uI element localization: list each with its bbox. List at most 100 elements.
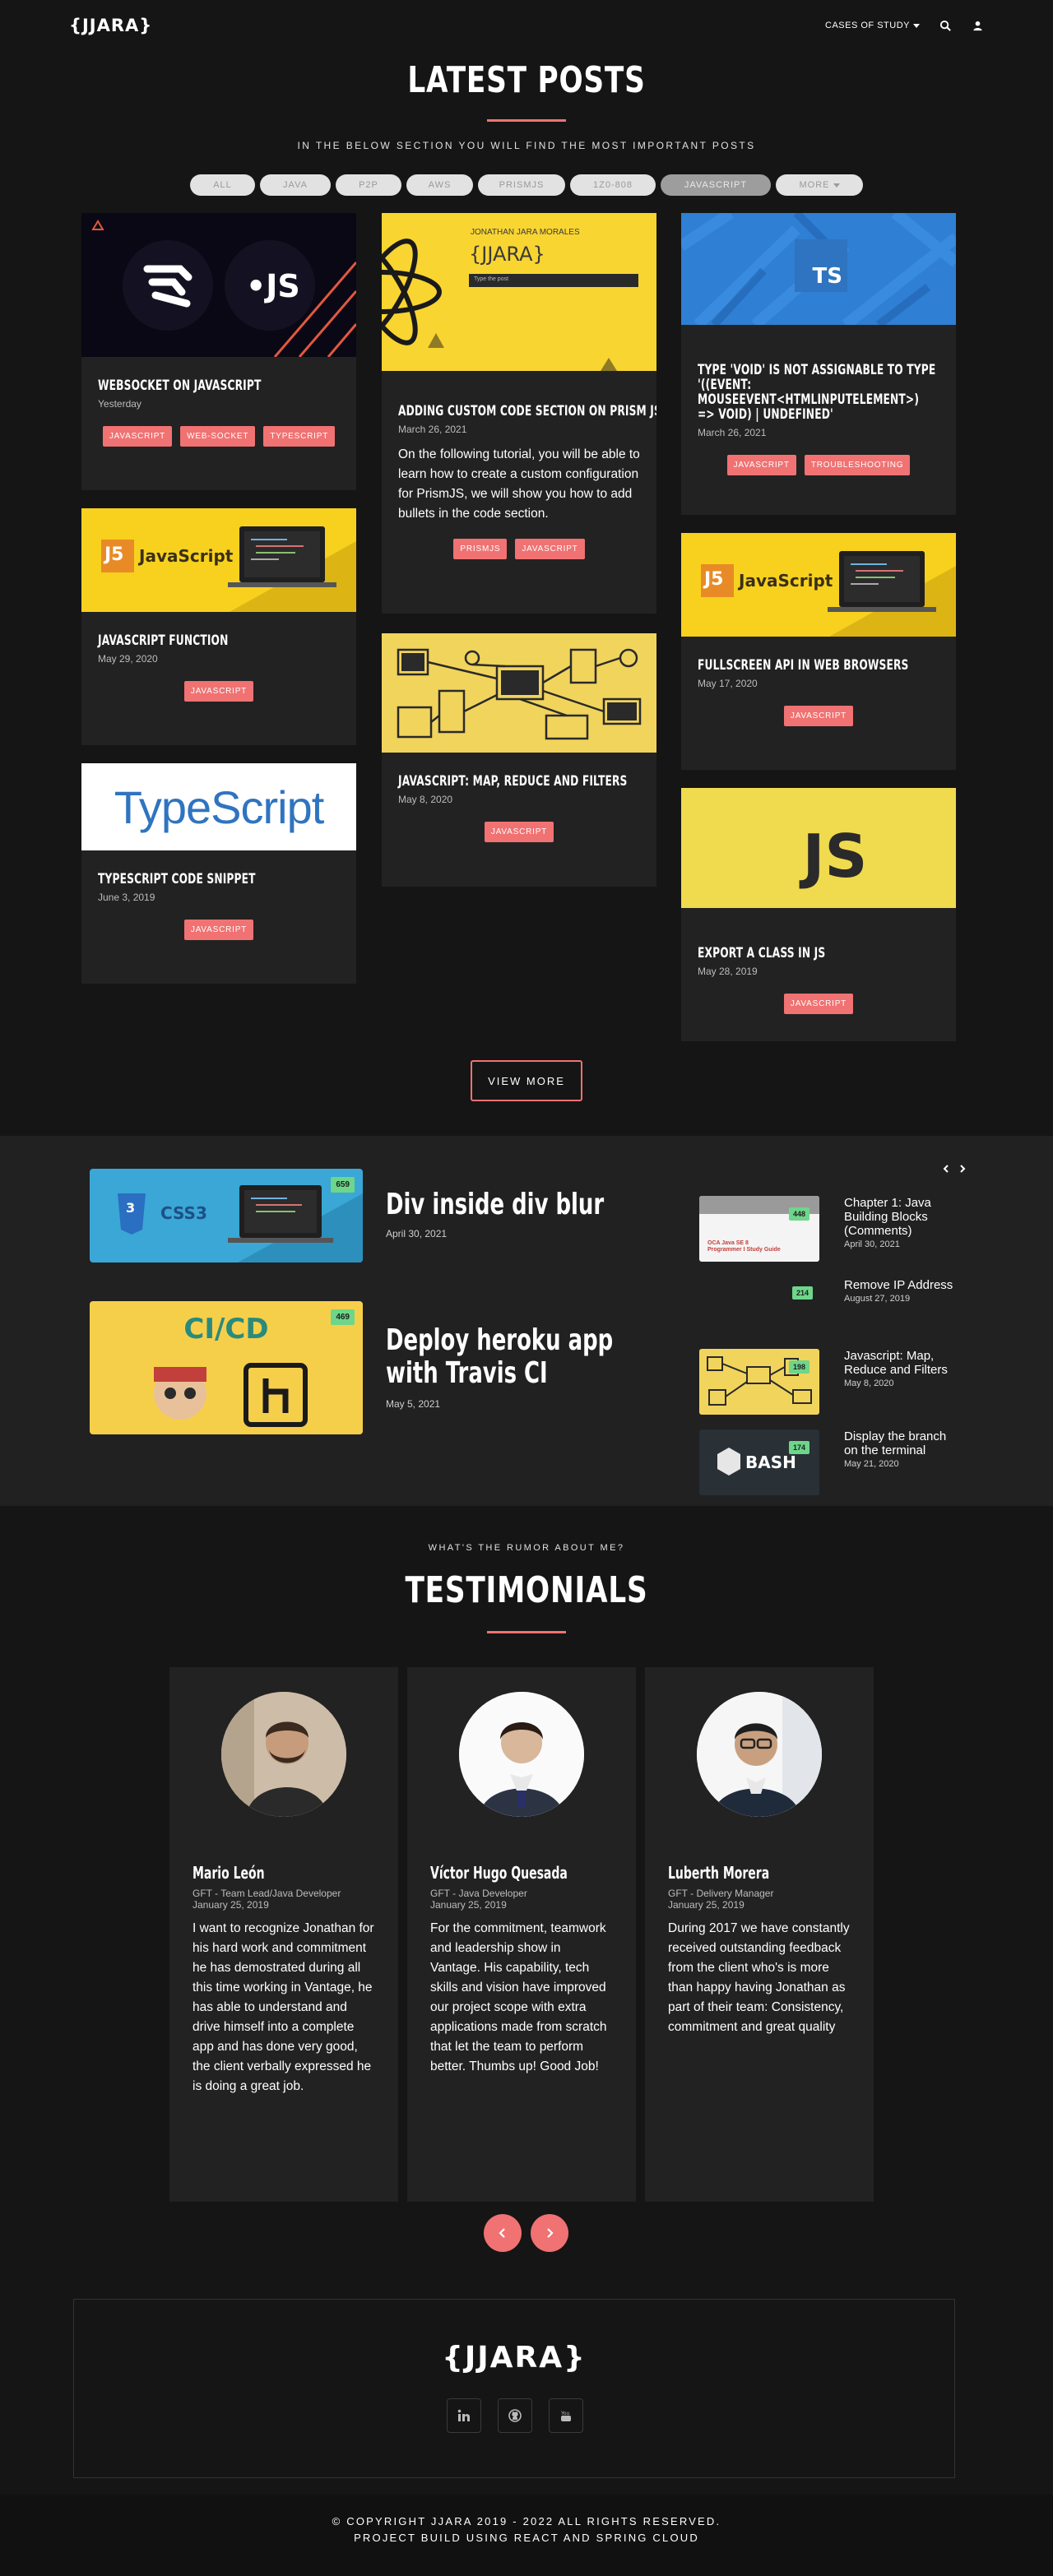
- post-title[interactable]: ADDING CUSTOM CODE SECTION ON PRISM JS: [398, 404, 656, 419]
- popular-title: Display the branch on the terminal: [844, 1429, 947, 1457]
- testimonial-text: During 2017 we have constantly received …: [668, 1921, 850, 2034]
- tag-javascript[interactable]: JAVASCRIPT: [515, 539, 585, 559]
- avatar: [221, 1692, 346, 1817]
- filter-more-dropdown[interactable]: MORE: [776, 174, 863, 196]
- css3-wordmark: CSS3: [160, 1203, 207, 1223]
- post-image-prism: JONATHAN JARA MORALES {JJARA} Type the p…: [382, 213, 656, 371]
- post-image-typescript-blue: TS: [681, 213, 956, 325]
- testimonial-role: GFT - Team Lead/Java Developer: [193, 1888, 341, 1899]
- tag-javascript[interactable]: JAVASCRIPT: [484, 822, 554, 842]
- post-card[interactable]: •JS WEBSOCKET ON JAVASCRIPT Yesterday JA…: [81, 213, 356, 490]
- post-title[interactable]: TYPE 'VOID' IS NOT ASSIGNABLE TO TYPE '(…: [698, 363, 938, 422]
- cases-of-study-dropdown[interactable]: CASES OF STUDY: [825, 21, 920, 30]
- post-title[interactable]: TYPESCRIPT CODE SNIPPET: [98, 872, 272, 887]
- cases-of-study-label: CASES OF STUDY: [825, 21, 910, 30]
- filter-aws[interactable]: AWS: [406, 174, 473, 196]
- filter-more-label: MORE: [799, 180, 830, 190]
- title-underline: [487, 1631, 566, 1633]
- testimonial-prev-button[interactable]: [484, 2214, 522, 2252]
- post-card[interactable]: TypeScript TYPESCRIPT CODE SNIPPET June …: [81, 763, 356, 984]
- post-title[interactable]: JAVASCRIPT: MAP, REDUCE AND FILTERS: [398, 774, 627, 789]
- chevron-right-icon[interactable]: [958, 1162, 967, 1177]
- views-badge: 214: [791, 1286, 813, 1300]
- tag-prismjs[interactable]: PRISMJS: [453, 539, 508, 559]
- featured-item[interactable]: 3 CSS3 659 Div inside div blur April 30,…: [90, 1169, 756, 1263]
- user-icon[interactable]: [972, 20, 984, 32]
- popular-date: April 30, 2021: [844, 1239, 900, 1249]
- linkedin-icon[interactable]: [447, 2398, 481, 2433]
- popular-item[interactable]: 214 Remove IP Address August 27, 2019: [699, 1273, 958, 1339]
- tag-javascript[interactable]: JAVASCRIPT: [726, 455, 796, 475]
- post-title[interactable]: JAVASCRIPT FUNCTION: [98, 633, 272, 648]
- category-filters: ALL JAVA P2P AWS PRISMJS 1Z0-808 JAVASCR…: [0, 174, 1053, 196]
- tag-typescript[interactable]: TYPESCRIPT: [263, 426, 336, 447]
- javascript-wordmark: JavaScript: [739, 571, 833, 591]
- youtube-icon[interactable]: You: [549, 2398, 583, 2433]
- popular-thumb-empty: 214: [699, 1273, 819, 1339]
- post-title[interactable]: FULLSCREEN API IN WEB BROWSERS: [698, 658, 908, 673]
- svg-text:•JS: •JS: [246, 268, 300, 304]
- testimonial-role: GFT - Delivery Manager: [668, 1888, 774, 1899]
- featured-thumb-css3: 3 CSS3 659: [90, 1169, 363, 1263]
- testimonial-name: Mario León: [193, 1863, 265, 1883]
- chevron-left-icon: [499, 2228, 505, 2238]
- post-date: June 3, 2019: [98, 892, 155, 903]
- post-title[interactable]: WEBSOCKET ON JAVASCRIPT: [98, 378, 272, 393]
- filter-prismjs[interactable]: PRISMJS: [478, 174, 565, 196]
- typescript-wordmark: TypeScript: [114, 781, 325, 833]
- post-date: Yesterday: [98, 398, 141, 410]
- footer-brand[interactable]: {JJARA}: [74, 2341, 954, 2374]
- popular-item[interactable]: BASH 174 Display the branch on the termi…: [699, 1429, 958, 1495]
- featured-carousel-controls: [942, 1162, 967, 1177]
- view-more-button[interactable]: VIEW MORE: [471, 1060, 582, 1101]
- bash-wordmark: BASH: [745, 1452, 796, 1472]
- tag-javascript[interactable]: JAVASCRIPT: [183, 920, 254, 940]
- tag-javascript[interactable]: JAVASCRIPT: [783, 994, 854, 1014]
- popular-date: May 8, 2020: [844, 1378, 894, 1388]
- javascript-wordmark: JavaScript: [139, 546, 234, 566]
- brand-logo[interactable]: {JJARA}: [69, 16, 152, 35]
- chevron-left-icon[interactable]: [942, 1162, 950, 1177]
- filter-1z0-808[interactable]: 1Z0-808: [570, 174, 656, 196]
- prism-image-search: Type the post: [474, 276, 509, 282]
- post-card[interactable]: JAVASCRIPT: MAP, REDUCE AND FILTERS May …: [382, 633, 656, 887]
- post-card[interactable]: JavaScript J5 JAVASCRIPT FUNCTION May 29…: [81, 508, 356, 745]
- post-image-typescript-logo: TypeScript: [81, 763, 356, 850]
- featured-item[interactable]: CI/CD 469 Deploy heroku app with Travis …: [90, 1301, 756, 1434]
- testimonial-card: Luberth Morera GFT - Delivery Manager Ja…: [645, 1667, 874, 2202]
- popular-date: August 27, 2019: [844, 1294, 911, 1304]
- avatar: [697, 1692, 822, 1817]
- filter-javascript[interactable]: JAVASCRIPT: [661, 174, 771, 196]
- post-card[interactable]: JS EXPORT A CLASS IN JS May 28, 2019 JAV…: [681, 788, 956, 1041]
- post-card[interactable]: TS TYPE 'VOID' IS NOT ASSIGNABLE TO TYPE…: [681, 213, 956, 515]
- chevron-down-icon: [913, 23, 920, 28]
- testimonial-date: January 25, 2019: [668, 1899, 745, 1911]
- views-badge: 659: [331, 1177, 355, 1193]
- filter-all[interactable]: ALL: [190, 174, 255, 196]
- tag-web-socket[interactable]: WEB-SOCKET: [180, 426, 256, 447]
- post-card[interactable]: JavaScript J5 FULLSCREEN API IN WEB BROW…: [681, 533, 956, 770]
- tag-javascript[interactable]: JAVASCRIPT: [183, 681, 254, 702]
- ts-logo: TS: [812, 264, 842, 289]
- github-icon[interactable]: [498, 2398, 532, 2433]
- post-title[interactable]: EXPORT A CLASS IN JS: [698, 946, 872, 961]
- filter-p2p[interactable]: P2P: [336, 174, 401, 196]
- popular-thumb-bash: BASH 174: [699, 1429, 819, 1495]
- popular-item[interactable]: 198 Javascript: Map, Reduce and Filters …: [699, 1349, 958, 1415]
- search-icon[interactable]: [939, 20, 952, 32]
- tag-javascript[interactable]: JAVASCRIPT: [102, 426, 173, 447]
- popular-item[interactable]: OCA Java SE 8 Programmer I Study Guide 4…: [699, 1196, 958, 1262]
- testimonial-card: Mario León GFT - Team Lead/Java Develope…: [169, 1667, 398, 2202]
- tag-javascript[interactable]: JAVASCRIPT: [783, 706, 854, 726]
- post-date: May 28, 2019: [698, 966, 758, 977]
- featured-title[interactable]: Div inside div blur: [386, 1188, 652, 1221]
- popular-title: Remove IP Address: [844, 1278, 953, 1292]
- featured-title[interactable]: Deploy heroku app with Travis CI: [386, 1324, 652, 1390]
- post-date: May 8, 2020: [398, 794, 453, 805]
- post-card[interactable]: JONATHAN JARA MORALES {JJARA} Type the p…: [382, 213, 656, 614]
- testimonial-next-button[interactable]: [531, 2214, 568, 2252]
- chevron-down-icon: [833, 183, 840, 188]
- popular-title: Javascript: Map, Reduce and Filters: [844, 1349, 948, 1377]
- filter-java[interactable]: JAVA: [260, 174, 331, 196]
- tag-troubleshooting[interactable]: TROUBLESHOOTING: [804, 455, 911, 475]
